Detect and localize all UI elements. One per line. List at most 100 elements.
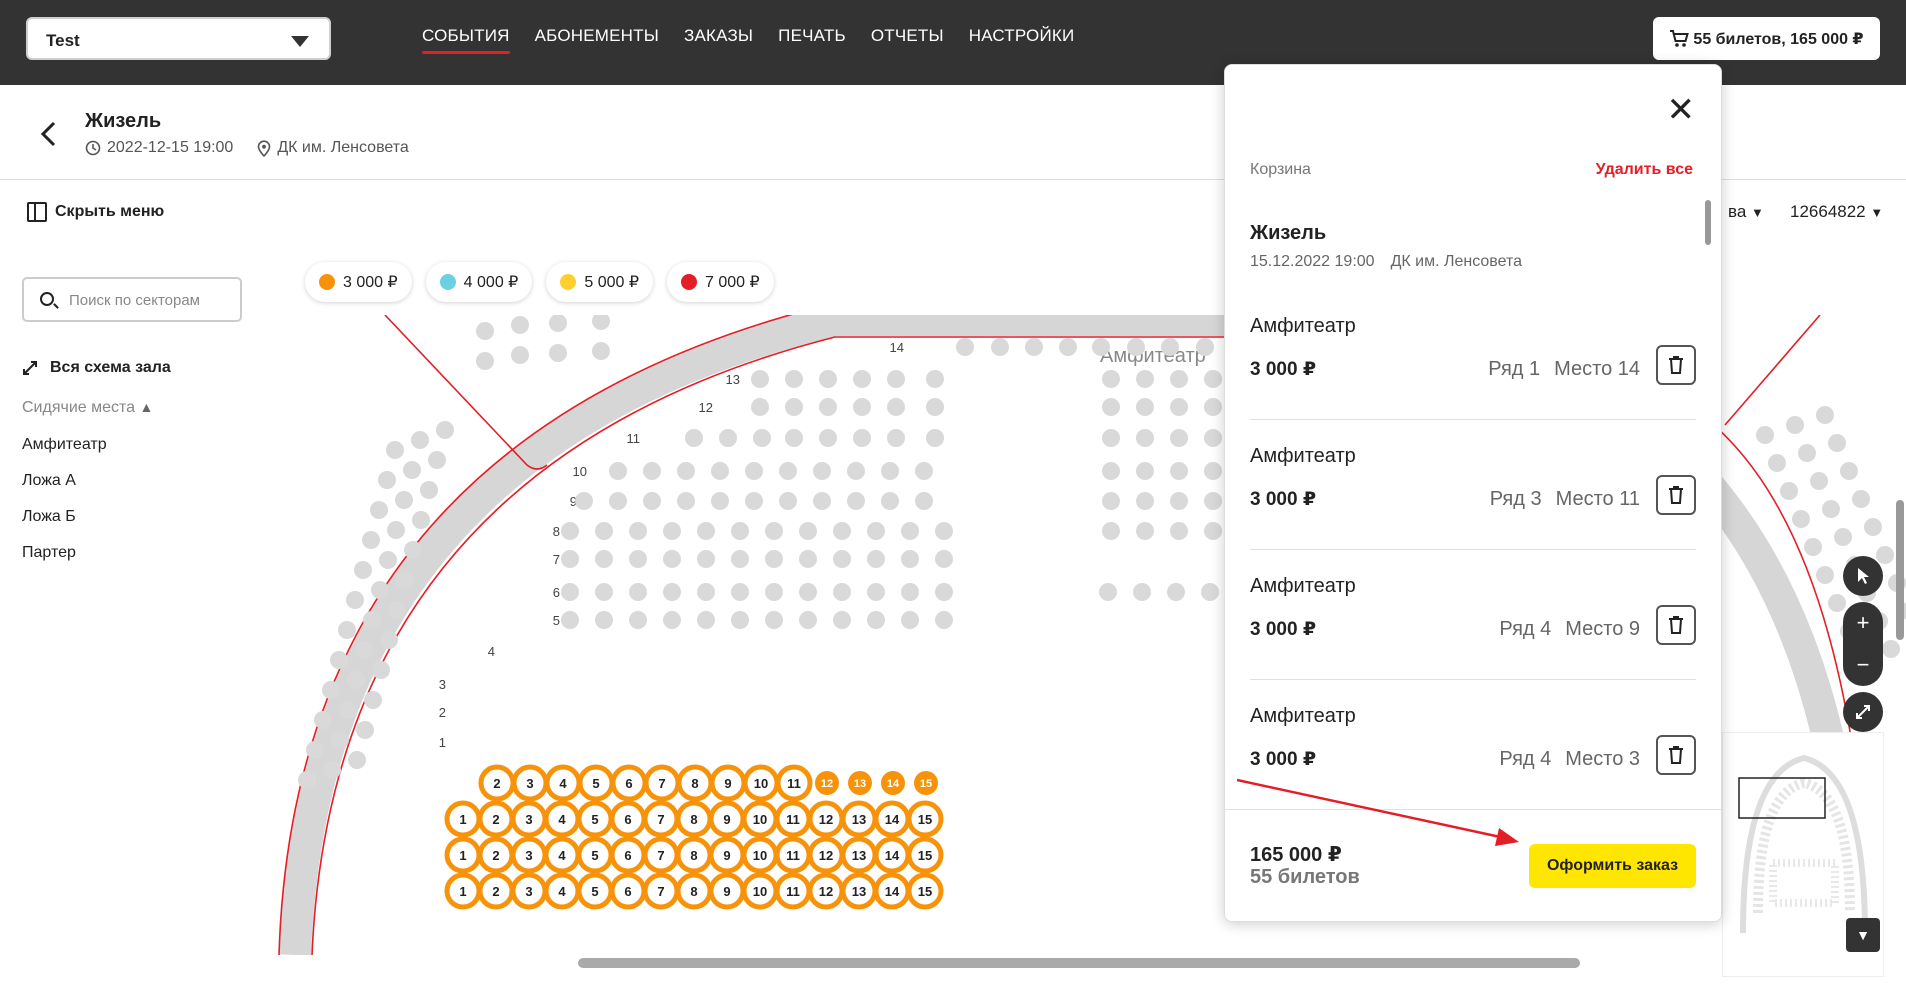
seat[interactable] — [387, 521, 405, 539]
seat[interactable] — [595, 522, 613, 540]
seated-group-toggle[interactable]: Сидячие места ▲ — [22, 399, 153, 417]
seat[interactable] — [379, 551, 397, 569]
seat[interactable] — [1816, 566, 1834, 584]
seat[interactable] — [609, 462, 627, 480]
seat[interactable] — [779, 462, 797, 480]
seat[interactable] — [380, 631, 398, 649]
nav-print[interactable]: ПЕЧАТЬ — [778, 26, 846, 54]
seat[interactable] — [347, 671, 365, 689]
nav-subscriptions[interactable]: АБОНЕМЕНТЫ — [535, 26, 659, 54]
seat[interactable] — [926, 398, 944, 416]
seat[interactable] — [1768, 454, 1786, 472]
seat[interactable] — [511, 316, 529, 334]
seat[interactable] — [549, 315, 567, 332]
seat[interactable] — [378, 471, 396, 489]
seat[interactable] — [1876, 546, 1894, 564]
seat[interactable] — [436, 421, 454, 439]
select-tool-button[interactable] — [1843, 556, 1883, 596]
seat[interactable] — [697, 522, 715, 540]
sidebar-item-parterre[interactable]: Партер — [22, 544, 76, 562]
seat[interactable] — [926, 429, 944, 447]
seat[interactable] — [428, 451, 446, 469]
seat[interactable] — [1204, 492, 1222, 510]
seat[interactable] — [388, 601, 406, 619]
seat[interactable] — [1204, 398, 1222, 416]
seat[interactable] — [663, 550, 681, 568]
seat[interactable] — [1170, 370, 1188, 388]
seat[interactable] — [935, 522, 953, 540]
seat[interactable] — [1780, 482, 1798, 500]
seat[interactable] — [833, 522, 851, 540]
seat[interactable] — [745, 492, 763, 510]
whole-scheme-link[interactable]: Вся схема зала — [22, 359, 171, 377]
seat[interactable] — [629, 550, 647, 568]
seat[interactable] — [915, 462, 933, 480]
seat[interactable] — [1804, 538, 1822, 556]
seat[interactable] — [1092, 338, 1110, 356]
seat[interactable] — [1102, 522, 1120, 540]
seat[interactable] — [785, 429, 803, 447]
seat[interactable] — [867, 522, 885, 540]
seat[interactable] — [1136, 370, 1154, 388]
seat[interactable] — [731, 550, 749, 568]
seat[interactable] — [785, 370, 803, 388]
seat[interactable] — [1828, 594, 1846, 612]
seat[interactable] — [386, 441, 404, 459]
seat[interactable] — [609, 492, 627, 510]
seat[interactable] — [887, 370, 905, 388]
seat[interactable] — [847, 492, 865, 510]
toolbar-id-select[interactable]: 12664822 ▼ — [1790, 202, 1883, 222]
seat[interactable] — [395, 491, 413, 509]
price-filter-7000[interactable]: 7 000 ₽ — [667, 262, 774, 302]
seat[interactable] — [1798, 444, 1816, 462]
seat[interactable] — [926, 370, 944, 388]
seat[interactable] — [697, 583, 715, 601]
seat[interactable] — [404, 541, 422, 559]
seat[interactable] — [711, 492, 729, 510]
seat[interactable] — [685, 429, 703, 447]
seat[interactable] — [1102, 398, 1120, 416]
seat[interactable] — [1136, 429, 1154, 447]
seat[interactable] — [629, 522, 647, 540]
seat[interactable] — [1025, 338, 1043, 356]
seat[interactable] — [1136, 522, 1154, 540]
seat[interactable] — [1816, 406, 1834, 424]
zoom-in-button[interactable]: + — [1843, 602, 1883, 644]
seat[interactable] — [476, 352, 494, 370]
seat[interactable] — [595, 550, 613, 568]
seat[interactable] — [719, 429, 737, 447]
seat[interactable] — [1882, 640, 1900, 658]
seat[interactable] — [901, 550, 919, 568]
price-filter-3000[interactable]: 3 000 ₽ — [305, 262, 412, 302]
seat[interactable] — [1792, 510, 1810, 528]
seat[interactable] — [1204, 522, 1222, 540]
seat[interactable] — [731, 583, 749, 601]
seat[interactable] — [346, 591, 364, 609]
seat[interactable] — [592, 315, 610, 330]
nav-orders[interactable]: ЗАКАЗЫ — [684, 26, 753, 54]
seat[interactable] — [847, 462, 865, 480]
seat[interactable] — [370, 501, 388, 519]
seat[interactable] — [1133, 583, 1151, 601]
seat[interactable] — [935, 550, 953, 568]
seat[interactable] — [785, 398, 803, 416]
seat[interactable] — [819, 370, 837, 388]
seat[interactable] — [595, 611, 613, 629]
seat[interactable] — [663, 611, 681, 629]
seat[interactable] — [833, 550, 851, 568]
seat[interactable] — [1136, 398, 1154, 416]
seat[interactable] — [348, 751, 366, 769]
seat[interactable] — [867, 550, 885, 568]
seat[interactable] — [549, 344, 567, 362]
nav-events[interactable]: СОБЫТИЯ — [422, 26, 510, 54]
seat[interactable] — [901, 522, 919, 540]
seat[interactable] — [339, 701, 357, 719]
seat[interactable] — [298, 771, 316, 789]
delete-ticket-button[interactable] — [1656, 475, 1696, 515]
price-filter-4000[interactable]: 4 000 ₽ — [425, 262, 533, 302]
seat[interactable] — [314, 711, 332, 729]
seat[interactable] — [595, 583, 613, 601]
seat[interactable] — [677, 462, 695, 480]
seat[interactable] — [881, 462, 899, 480]
seat[interactable] — [1167, 583, 1185, 601]
